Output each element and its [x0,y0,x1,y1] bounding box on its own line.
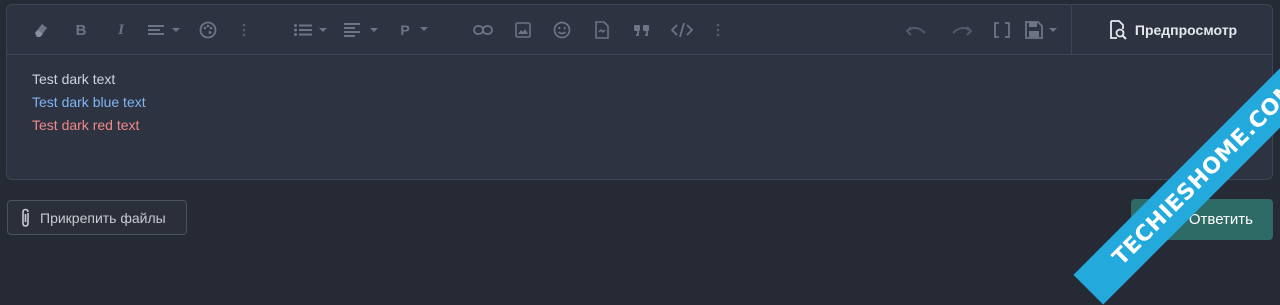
editor-content[interactable]: Test dark text Test dark blue text Test … [32,68,146,137]
paragraph-icon: P [400,22,410,38]
attach-files-label: Прикрепить файлы [40,209,166,226]
attach-files-button[interactable]: Прикрепить файлы [7,200,187,235]
link-icon[interactable] [471,20,495,40]
list-dropdown[interactable] [294,20,330,40]
chevron-down-icon [419,27,428,31]
preview-icon [1109,20,1127,40]
eraser-icon[interactable] [29,20,53,40]
content-line: Test dark text [32,71,116,87]
redo-icon[interactable] [950,20,974,40]
more-vertical-icon[interactable] [711,20,725,40]
more-vertical-icon[interactable] [237,20,251,40]
quote-icon[interactable] [631,20,653,40]
paragraph-format-dropdown[interactable]: P [398,20,434,40]
save-icon [1025,21,1057,39]
save-dropdown[interactable] [1025,20,1061,40]
italic-icon[interactable]: I [111,20,131,40]
reply-label: Ответить [1188,211,1253,228]
preview-button[interactable]: Предпросмотр [1071,5,1272,55]
content-line: Test dark red text [32,117,140,133]
file-icon[interactable] [592,20,612,40]
undo-icon[interactable] [904,20,928,40]
smile-icon[interactable] [551,20,573,40]
brackets-icon[interactable] [991,20,1013,40]
editor-toolbar: B I P Предпросмотр [7,5,1272,55]
palette-icon[interactable] [197,20,219,40]
align-icon [148,25,180,35]
image-icon[interactable] [512,20,534,40]
code-icon[interactable] [670,20,694,40]
content-line: Test dark blue text [32,94,146,110]
text-align-dropdown[interactable] [147,20,189,40]
paragraph-align-icon [344,23,378,37]
rich-text-editor: B I P Предпросмотр Test dark text Test d… [6,4,1273,180]
bold-icon[interactable]: B [71,20,91,40]
preview-label: Предпросмотр [1134,22,1238,38]
list-icon [294,24,327,36]
paragraph-align-dropdown[interactable] [344,20,382,40]
paperclip-icon [22,208,29,227]
